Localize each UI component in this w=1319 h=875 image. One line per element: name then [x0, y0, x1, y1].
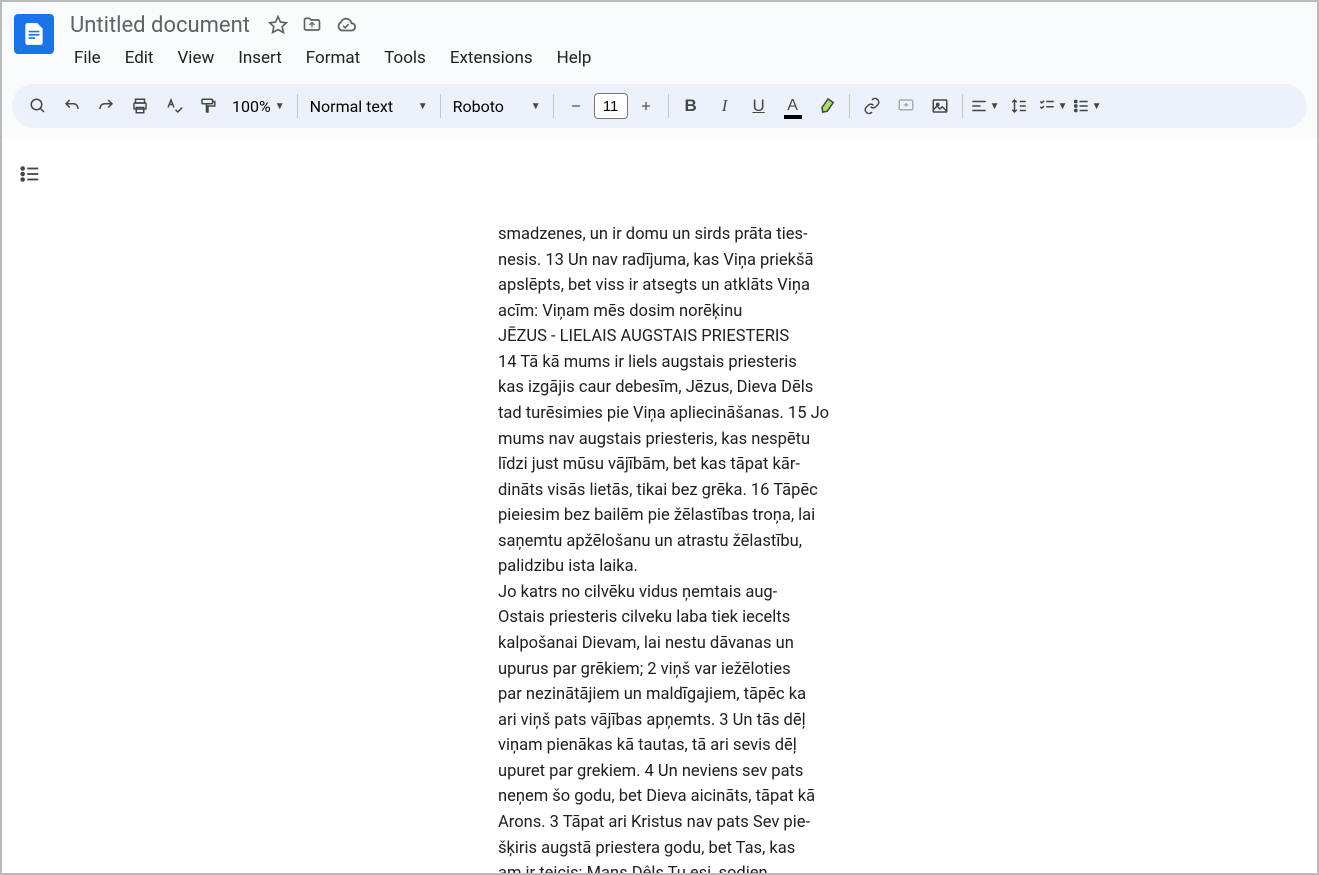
text-color-indicator	[784, 115, 802, 119]
insert-link-icon[interactable]	[856, 90, 888, 122]
align-dropdown[interactable]: ▼	[969, 90, 1001, 122]
menu-extensions[interactable]: Extensions	[440, 42, 543, 74]
toolbar-separator	[849, 94, 850, 118]
document-title[interactable]: Untitled document	[64, 11, 256, 40]
menu-insert[interactable]: Insert	[228, 42, 292, 74]
left-sidebar	[2, 138, 58, 873]
underline-button[interactable]: U	[743, 90, 775, 122]
paint-format-icon[interactable]	[192, 90, 224, 122]
toolbar: 100% ▼ Normal text ▼ Roboto ▼ B I U A	[12, 84, 1307, 128]
menu-help[interactable]: Help	[547, 42, 602, 74]
menu-tools[interactable]: Tools	[374, 42, 436, 74]
text-color-button[interactable]: A	[777, 90, 809, 122]
show-outline-icon[interactable]	[14, 158, 46, 190]
print-icon[interactable]	[124, 90, 156, 122]
titlebar: Untitled document File Edit View Insert …	[2, 2, 1317, 74]
chevron-down-icon: ▼	[275, 101, 285, 112]
menu-edit[interactable]: Edit	[115, 42, 164, 74]
toolbar-separator	[440, 94, 441, 118]
highlight-color-button[interactable]	[811, 90, 843, 122]
toolbar-separator	[297, 94, 298, 118]
font-size-input[interactable]	[594, 93, 628, 119]
chevron-down-icon: ▼	[990, 101, 1000, 112]
style-value: Normal text	[310, 97, 393, 116]
bold-button[interactable]: B	[675, 90, 707, 122]
zoom-dropdown[interactable]: 100% ▼	[226, 97, 291, 116]
title-row: Untitled document	[64, 10, 601, 40]
move-icon[interactable]	[300, 13, 324, 37]
menu-file[interactable]: File	[64, 42, 111, 74]
star-icon[interactable]	[266, 13, 290, 37]
bulleted-list-dropdown[interactable]: ▼	[1071, 90, 1103, 122]
paragraph-style-dropdown[interactable]: Normal text ▼	[304, 97, 434, 116]
document-page[interactable]: smadzenes, un ir domu un sirds prāta tie…	[58, 138, 1317, 873]
decrease-font-size-button[interactable]	[560, 90, 592, 122]
document-text[interactable]: smadzenes, un ir domu un sirds prāta tie…	[498, 222, 858, 873]
document-body[interactable]: smadzenes, un ir domu un sirds prāta tie…	[498, 138, 858, 873]
italic-button[interactable]: I	[709, 90, 741, 122]
font-dropdown[interactable]: Roboto ▼	[447, 97, 547, 116]
toolbar-separator	[962, 94, 963, 118]
title-column: Untitled document File Edit View Insert …	[64, 10, 601, 74]
app-window: Untitled document File Edit View Insert …	[0, 0, 1319, 875]
toolbar-separator	[668, 94, 669, 118]
checklist-dropdown[interactable]: ▼	[1037, 90, 1069, 122]
chevron-down-icon: ▼	[418, 101, 428, 112]
zoom-value: 100%	[232, 97, 271, 116]
chevron-down-icon: ▼	[1092, 101, 1102, 112]
menubar: File Edit View Insert Format Tools Exten…	[64, 42, 601, 74]
content-area: smadzenes, un ir domu un sirds prāta tie…	[2, 138, 1317, 873]
add-comment-icon[interactable]	[890, 90, 922, 122]
spellcheck-icon[interactable]	[158, 90, 190, 122]
docs-logo-icon[interactable]	[14, 14, 54, 54]
chevron-down-icon: ▼	[531, 101, 541, 112]
search-icon[interactable]	[22, 90, 54, 122]
font-value: Roboto	[453, 97, 504, 116]
undo-icon[interactable]	[56, 90, 88, 122]
insert-image-icon[interactable]	[924, 90, 956, 122]
menu-format[interactable]: Format	[296, 42, 370, 74]
chevron-down-icon: ▼	[1058, 101, 1068, 112]
toolbar-separator	[553, 94, 554, 118]
menu-view[interactable]: View	[167, 42, 224, 74]
cloud-status-icon[interactable]	[334, 13, 358, 37]
redo-icon[interactable]	[90, 90, 122, 122]
increase-font-size-button[interactable]	[630, 90, 662, 122]
line-spacing-icon[interactable]	[1003, 90, 1035, 122]
